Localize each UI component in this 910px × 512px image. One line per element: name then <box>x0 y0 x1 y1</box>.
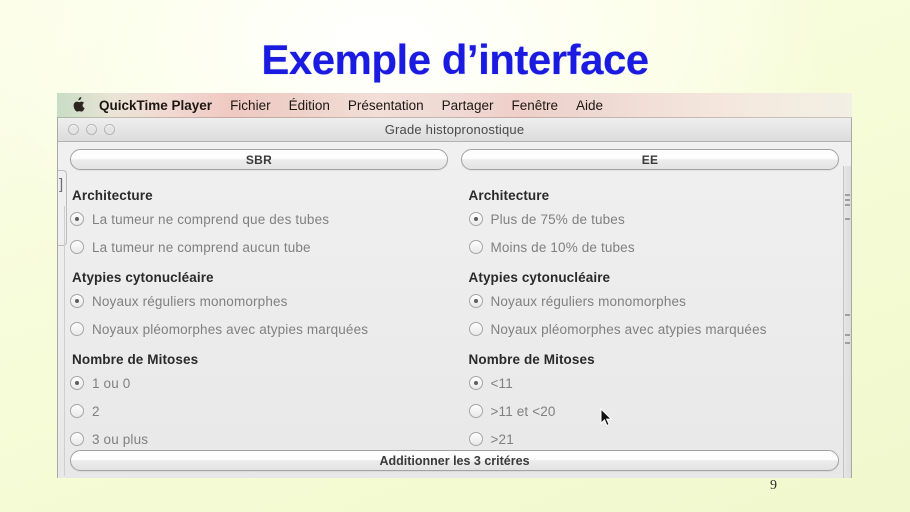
radio-row-left-arch-1[interactable]: La tumeur ne comprend aucun tube <box>70 233 451 261</box>
menu-item-quicktime-player[interactable]: QuickTime Player <box>97 98 221 113</box>
menu-item-partager[interactable]: Partager <box>433 98 503 113</box>
column-ee: Architecture Plus de 75% de tubes Moins … <box>455 179 840 453</box>
screenshot-mac-window: QuickTime Player Fichier Édition Présent… <box>57 93 852 478</box>
group-title-architecture-left: Architecture <box>72 188 153 203</box>
radio-icon[interactable] <box>468 404 483 418</box>
page-number: 9 <box>770 478 777 493</box>
app-window: Grade histopronostique ] SBR EE Architec… <box>57 118 852 478</box>
radio-icon[interactable] <box>468 322 483 336</box>
radio-row-left-atyp-0[interactable]: Noyaux réguliers monomorphes <box>70 287 451 315</box>
group-title-mitoses-left: Nombre de Mitoses <box>72 352 199 367</box>
radio-row-right-atyp-1[interactable]: Noyaux pléomorphes avec atypies marquées <box>468 315 836 343</box>
window-titlebar[interactable]: Grade histopronostique <box>58 118 851 142</box>
radio-row-left-atyp-1[interactable]: Noyaux pléomorphes avec atypies marquées <box>70 315 451 343</box>
radio-icon[interactable] <box>70 322 84 336</box>
menu-item-fichier[interactable]: Fichier <box>221 98 280 113</box>
radio-icon[interactable] <box>70 404 84 418</box>
mac-menubar: QuickTime Player Fichier Édition Présent… <box>57 93 852 118</box>
radio-row-left-arch-0[interactable]: La tumeur ne comprend que des tubes <box>70 205 451 233</box>
group-title-atypies-right: Atypies cytonucléaire <box>468 270 611 285</box>
radio-icon[interactable] <box>468 212 483 226</box>
radio-label: 2 <box>92 403 100 419</box>
radio-icon[interactable] <box>468 240 483 254</box>
panel-divider <box>64 206 65 476</box>
radio-label: Noyaux réguliers monomorphes <box>490 293 687 309</box>
radio-label: La tumeur ne comprend que des tubes <box>92 211 330 227</box>
column-sbr: Architecture La tumeur ne comprend que d… <box>70 179 455 453</box>
radio-label: 1 ou 0 <box>92 375 131 391</box>
window-body: ] SBR EE Architecture La tumeur ne compr… <box>58 142 851 478</box>
menu-item-fenetre[interactable]: Fenêtre <box>502 98 567 113</box>
group-title-architecture-right: Architecture <box>468 188 550 203</box>
radio-label: La tumeur ne comprend aucun tube <box>92 239 311 255</box>
radio-row-left-mito-1[interactable]: 2 <box>70 397 451 425</box>
radio-row-right-mito-0[interactable]: <11 <box>468 369 836 397</box>
page-title: Exemple d’interface <box>261 36 649 83</box>
menu-item-edition[interactable]: Édition <box>280 98 339 113</box>
radio-label: <11 <box>490 375 513 391</box>
radio-icon[interactable] <box>70 432 84 446</box>
radio-label: Moins de 10% de tubes <box>490 239 635 255</box>
window-title: Grade histopronostique <box>384 122 525 137</box>
radio-label: Noyaux réguliers monomorphes <box>92 293 288 309</box>
radio-icon[interactable] <box>70 212 84 226</box>
radio-icon[interactable] <box>468 294 483 308</box>
radio-row-right-mito-1[interactable]: >11 et <20 <box>468 397 836 425</box>
segment-button-row: SBR EE <box>70 149 839 170</box>
bottom-button-area: Additionner les 3 critéres <box>70 450 839 471</box>
radio-icon[interactable] <box>70 294 84 308</box>
tab-sbr[interactable]: SBR <box>70 149 448 170</box>
cropped-bracket-glyph: ] <box>59 176 64 193</box>
radio-row-right-arch-1[interactable]: Moins de 10% de tubes <box>468 233 836 261</box>
radio-label: >21 <box>490 431 514 447</box>
radio-row-left-mito-2[interactable]: 3 ou plus <box>70 425 451 453</box>
criteria-columns: Architecture La tumeur ne comprend que d… <box>70 179 839 453</box>
radio-label: >11 et <20 <box>490 403 556 419</box>
tab-ee[interactable]: EE <box>461 149 839 170</box>
apple-logo-icon[interactable] <box>70 96 85 113</box>
window-controls <box>58 124 115 135</box>
radio-label: 3 ou plus <box>92 431 149 447</box>
radio-label: Noyaux pléomorphes avec atypies marquées <box>92 321 369 337</box>
radio-row-right-mito-2[interactable]: >21 <box>468 425 836 453</box>
group-title-atypies-left: Atypies cytonucléaire <box>72 270 214 285</box>
menu-item-aide[interactable]: Aide <box>567 98 612 113</box>
radio-row-left-mito-0[interactable]: 1 ou 0 <box>70 369 451 397</box>
close-button[interactable] <box>68 124 79 135</box>
menu-item-presentation[interactable]: Présentation <box>339 98 433 113</box>
vertical-scrollbar[interactable] <box>843 166 851 478</box>
minimize-button[interactable] <box>86 124 97 135</box>
radio-icon[interactable] <box>468 376 483 390</box>
zoom-button[interactable] <box>104 124 115 135</box>
radio-icon[interactable] <box>70 376 84 390</box>
additionner-button[interactable]: Additionner les 3 critéres <box>70 450 839 471</box>
radio-icon[interactable] <box>468 432 483 446</box>
radio-row-right-atyp-0[interactable]: Noyaux réguliers monomorphes <box>468 287 836 315</box>
radio-label: Plus de 75% de tubes <box>490 211 625 227</box>
radio-icon[interactable] <box>70 240 84 254</box>
radio-row-right-arch-0[interactable]: Plus de 75% de tubes <box>468 205 836 233</box>
radio-label: Noyaux pléomorphes avec atypies marquées <box>490 321 767 337</box>
group-title-mitoses-right: Nombre de Mitoses <box>468 352 595 367</box>
